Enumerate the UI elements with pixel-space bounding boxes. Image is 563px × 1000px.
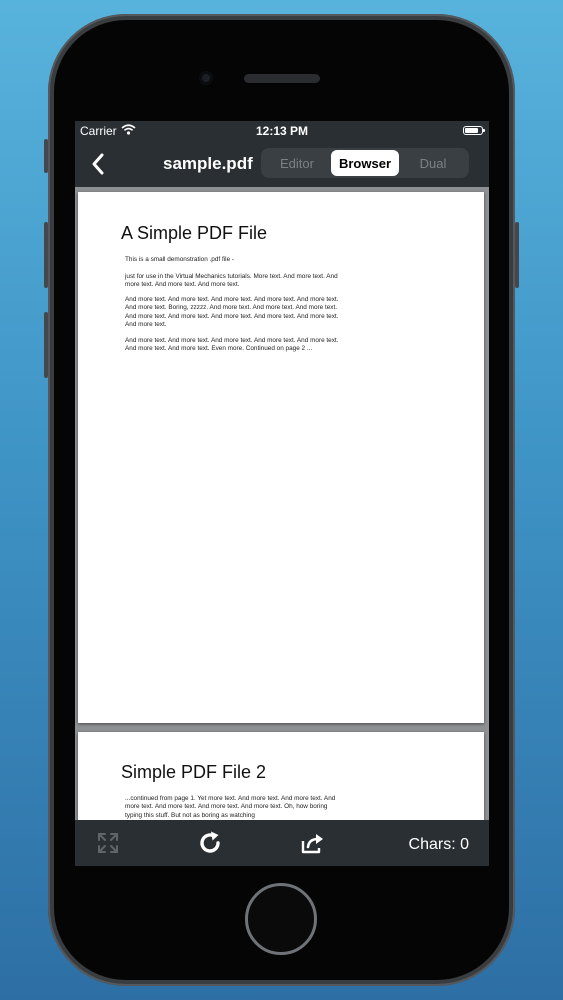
page-2-paragraph-1: ...continued from page 1. Yet more text.…	[125, 795, 336, 819]
back-button[interactable]	[83, 148, 113, 180]
status-bar: Carrier 12:13 PM	[75, 121, 489, 141]
power-button	[515, 222, 519, 288]
home-button[interactable]	[245, 883, 317, 955]
expand-icon	[98, 833, 118, 853]
page-1-title: A Simple PDF File	[121, 223, 268, 243]
battery-level	[465, 128, 478, 133]
pdf-page-1: A Simple PDF File This is a small demons…	[78, 192, 484, 723]
front-camera	[199, 71, 213, 85]
document-title: sample.pdf	[163, 154, 253, 173]
segment-editor[interactable]: Editor	[263, 150, 331, 176]
share-icon	[301, 834, 323, 854]
page-2-title: Simple PDF File 2	[121, 762, 267, 782]
earpiece-speaker	[244, 74, 320, 83]
page-1-paragraph-3: And more text. And more text. And more t…	[125, 296, 339, 328]
segment-dual[interactable]: Dual	[399, 150, 467, 176]
page-1-paragraph-4: And more text. And more text. And more t…	[125, 337, 339, 353]
page-1-paragraph-1: This is a small demonstration .pdf file …	[125, 256, 235, 263]
volume-up-button	[44, 222, 48, 288]
character-count: Chars: 0	[408, 836, 469, 853]
view-mode-segmented-control: Editor Browser Dual	[261, 148, 469, 178]
pdf-viewer[interactable]: A Simple PDF File This is a small demons…	[75, 187, 489, 820]
page-1-paragraph-2: just for use in the Virtual Mechanics tu…	[125, 273, 338, 289]
status-time: 12:13 PM	[255, 124, 309, 138]
share-button[interactable]	[298, 828, 328, 858]
chevron-left-icon	[92, 153, 104, 175]
app-screen: Carrier 12:13 PM sample.pdf Editor Brows…	[75, 121, 489, 866]
battery-icon	[463, 126, 485, 135]
pdf-page-2: Simple PDF File 2 ...continued from page…	[78, 732, 484, 820]
refresh-button[interactable]	[195, 828, 225, 858]
refresh-icon	[200, 831, 220, 853]
fullscreen-button[interactable]	[93, 828, 123, 858]
mute-switch	[44, 139, 48, 173]
segment-browser[interactable]: Browser	[331, 150, 399, 176]
navigation-bar: sample.pdf Editor Browser Dual	[75, 141, 489, 187]
volume-down-button	[44, 312, 48, 378]
bottom-toolbar: Chars: 0	[75, 820, 489, 866]
